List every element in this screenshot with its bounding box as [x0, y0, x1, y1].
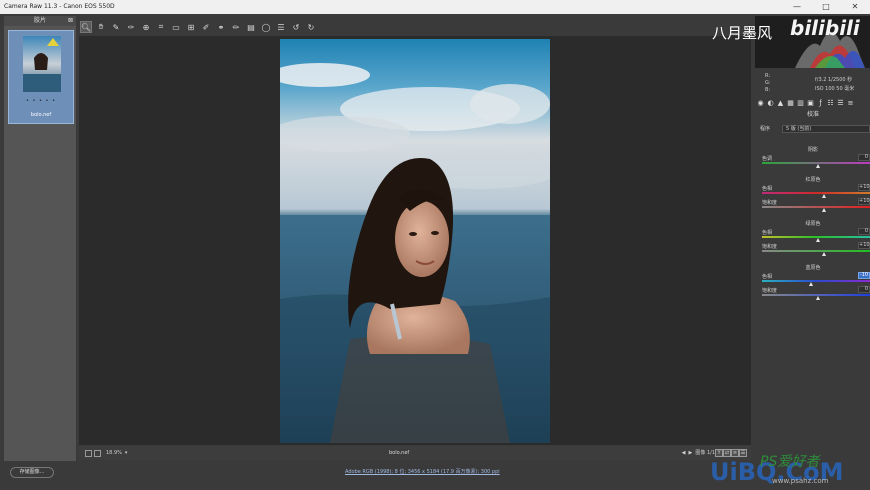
- blue-hue-slider[interactable]: 色相 -10: [762, 272, 870, 286]
- process-label: 程序: [760, 126, 771, 132]
- collapse-icon[interactable]: ⊠: [68, 16, 73, 26]
- preferences-icon[interactable]: ☰: [275, 21, 287, 33]
- title-bar: Camera Raw 11.3 - Canon EOS 550D: [0, 0, 870, 14]
- rotate-ccw-icon[interactable]: ↺: [290, 21, 302, 33]
- lens-tab-icon[interactable]: ▣: [806, 99, 815, 107]
- green-saturation-slider[interactable]: 饱和度 +10: [762, 242, 870, 256]
- zoom-level[interactable]: 18.9%: [106, 449, 122, 457]
- image-filename: bolo.nef: [389, 450, 410, 456]
- chevron-down-icon[interactable]: ▾: [125, 449, 128, 457]
- before-after-y-button[interactable]: Y: [715, 449, 723, 457]
- workflow-options-link[interactable]: Adobe RGB (1998); 8 位; 3456 x 5184 (17.9…: [345, 468, 500, 475]
- spot-removal-icon[interactable]: ✐: [200, 21, 212, 33]
- zoom-out-button[interactable]: [85, 449, 92, 457]
- maximize-button[interactable]: □: [812, 0, 840, 14]
- ps-watermark: PS爱好者: [760, 454, 820, 470]
- red-primary-title: 红原色: [805, 177, 821, 183]
- image-status-bar: 18.9% ▾ bolo.nef ◀ ▶ 图像 1/1 Y ⇄ ≡ ☰: [79, 446, 751, 460]
- window-title: Camera Raw 11.3 - Canon EOS 550D: [4, 3, 115, 10]
- targeted-adjust-icon[interactable]: ⊕: [140, 21, 152, 33]
- calibration-tab-icon[interactable]: ☷: [826, 99, 835, 107]
- shadows-title: 阴影: [807, 147, 818, 153]
- camera-info: R: G: B: f/3.2 1/2500 秒 ISO 100 50 毫米: [765, 73, 855, 93]
- transform-icon[interactable]: ⊞: [185, 21, 197, 33]
- camera-raw-window: Camera Raw 11.3 - Canon EOS 550D — □ ✕ 🔍…: [0, 0, 870, 490]
- rating-stars[interactable]: • • • • •: [9, 98, 73, 104]
- green-hue-slider[interactable]: 色相 0: [762, 228, 870, 242]
- zoom-icon[interactable]: 🔍︎: [80, 21, 92, 33]
- copy-settings-button[interactable]: ≡: [731, 449, 739, 457]
- thumbnail-image: [23, 36, 61, 92]
- prev-image-icon[interactable]: ◀: [682, 446, 686, 460]
- white-balance-icon[interactable]: ✎: [110, 21, 122, 33]
- hsl-tab-icon[interactable]: ▦: [786, 99, 795, 107]
- straighten-icon[interactable]: ▭: [170, 21, 182, 33]
- hand-icon[interactable]: ✋︎: [95, 21, 107, 33]
- process-dropdown[interactable]: 5 版 (当前): [782, 125, 870, 133]
- save-image-button[interactable]: 存储图像...: [10, 467, 54, 478]
- shadows-tint-slider[interactable]: 色调 0: [762, 154, 870, 168]
- channel-watermark: 八月墨风: [712, 24, 773, 42]
- toolbar: 🔍︎ ✋︎ ✎ ✑ ⊕ ⌗ ▭ ⊞ ✐ ⚭ ✏︎ ▤ ◯ ☰ ↺ ↻: [80, 18, 750, 36]
- bilibili-logo: bilibili: [790, 16, 860, 40]
- image-canvas[interactable]: [79, 36, 751, 445]
- close-button[interactable]: ✕: [841, 0, 869, 14]
- panel-tabs: ◉ ◐ ▲ ▦ ▥ ▣ ƒ ☷ ☰ ≡: [756, 99, 870, 108]
- toggle-view-button[interactable]: ☰: [739, 449, 747, 457]
- preview-photo: [280, 39, 550, 443]
- presets-tab-icon[interactable]: ☰: [836, 99, 845, 107]
- rotate-cw-icon[interactable]: ↻: [305, 21, 317, 33]
- filmstrip-header: 胶片: [33, 17, 46, 24]
- graduated-filter-icon[interactable]: ▤: [245, 21, 257, 33]
- aperture-shutter: f/3.2 1/2500 秒: [815, 77, 853, 83]
- red-saturation-slider[interactable]: 饱和度 +10: [762, 198, 870, 212]
- effects-tab-icon[interactable]: ƒ: [816, 99, 825, 107]
- thumbnail-filename: bolo.nef: [30, 112, 52, 118]
- adjustment-brush-icon[interactable]: ✏︎: [230, 21, 242, 33]
- panel-title: 校准: [806, 111, 819, 118]
- swap-button[interactable]: ⇄: [723, 449, 731, 457]
- color-sampler-icon[interactable]: ✑: [125, 21, 137, 33]
- iso-focal: ISO 100 50 毫米: [815, 86, 855, 92]
- filmstrip-thumbnail[interactable]: • • • • • bolo.nef: [8, 30, 74, 124]
- red-eye-icon[interactable]: ⚭: [215, 21, 227, 33]
- minimize-button[interactable]: —: [783, 0, 811, 14]
- green-primary-title: 绿原色: [805, 221, 821, 227]
- snapshots-tab-icon[interactable]: ≡: [846, 99, 855, 107]
- site-watermark: www.psahz.com: [772, 477, 829, 485]
- filmstrip-panel: 胶片 ⊠ • • • • • bolo.nef: [4, 16, 76, 461]
- radial-filter-icon[interactable]: ◯: [260, 21, 272, 33]
- red-hue-slider[interactable]: 色相 +10: [762, 184, 870, 198]
- blue-primary-title: 蓝原色: [805, 265, 821, 271]
- zoom-in-button[interactable]: [94, 449, 101, 457]
- basic-tab-icon[interactable]: ◉: [756, 99, 765, 107]
- split-toning-tab-icon[interactable]: ▥: [796, 99, 805, 107]
- tone-curve-tab-icon[interactable]: ◐: [766, 99, 775, 107]
- detail-tab-icon[interactable]: ▲: [776, 99, 785, 107]
- next-image-icon[interactable]: ▶: [689, 446, 693, 460]
- crop-icon[interactable]: ⌗: [155, 21, 167, 33]
- blue-saturation-slider[interactable]: 饱和度 0: [762, 286, 870, 300]
